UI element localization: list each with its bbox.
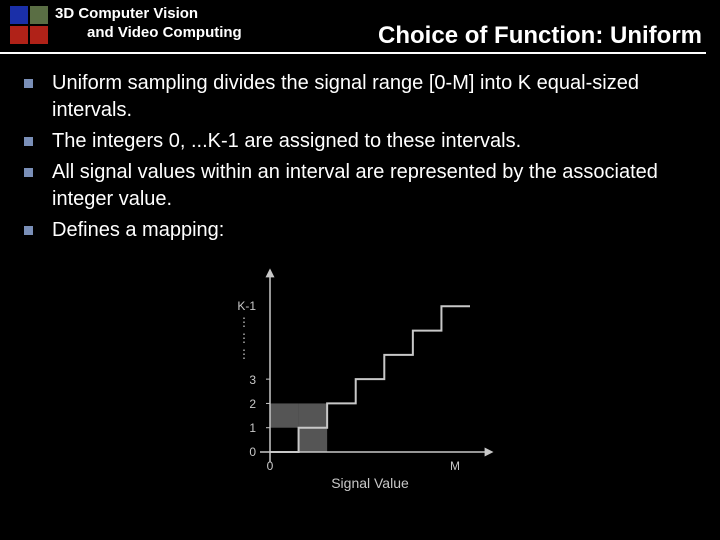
page-title: Choice of Function: Uniform xyxy=(378,22,702,50)
slide: 3D Computer Vision and Video Computing C… xyxy=(0,0,720,540)
y-tick-3: 3 xyxy=(249,373,256,387)
x-axis-label: Signal Value xyxy=(331,475,409,491)
list-item: The integers 0, ...K-1 are assigned to t… xyxy=(18,128,702,155)
y-tick-1: 1 xyxy=(249,421,256,435)
list-item: All signal values within an interval are… xyxy=(18,159,702,213)
x-tick-M: M xyxy=(450,459,460,473)
course-line1: 3D Computer Vision xyxy=(55,5,242,24)
y-tick-k1: K-1 xyxy=(237,299,256,313)
y-dots: ⋮ xyxy=(238,315,250,329)
y-tick-2: 2 xyxy=(249,397,256,411)
course-title: 3D Computer Vision and Video Computing xyxy=(55,5,242,43)
slide-header: 3D Computer Vision and Video Computing C… xyxy=(0,0,706,54)
list-item: Defines a mapping: xyxy=(18,217,702,244)
slide-body: Uniform sampling divides the signal rang… xyxy=(0,54,720,492)
logo-icon xyxy=(10,6,56,52)
y-tick-0: 0 xyxy=(249,445,256,459)
quantization-chart: 0 1 2 3 ⋮ ⋮ ⋮ K-1 0 M Signal Value xyxy=(210,262,510,492)
y-dots: ⋮ xyxy=(238,331,250,345)
x-tick-0: 0 xyxy=(267,459,274,473)
course-line2: and Video Computing xyxy=(55,24,242,43)
bullet-list: Uniform sampling divides the signal rang… xyxy=(18,70,702,244)
y-dots: ⋮ xyxy=(238,347,250,361)
list-item: Uniform sampling divides the signal rang… xyxy=(18,70,702,124)
